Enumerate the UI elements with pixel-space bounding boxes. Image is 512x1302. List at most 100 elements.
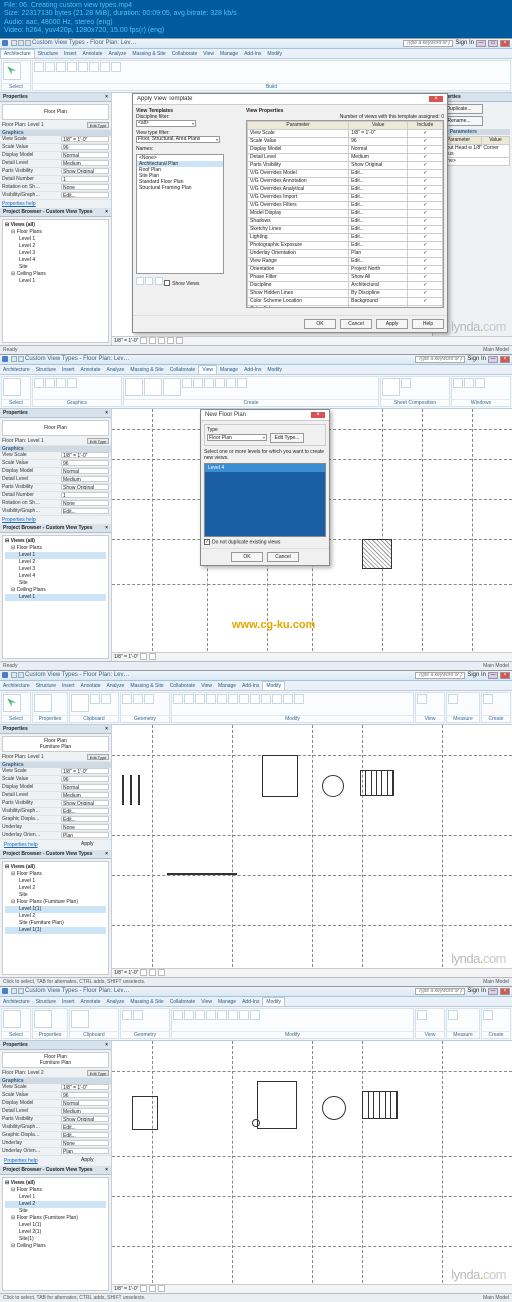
tab-addins[interactable]: Add-Ins — [241, 50, 264, 58]
prop-value[interactable]: 1/8" = 1'-0" — [61, 136, 109, 142]
prop-value[interactable]: Edit... — [61, 1132, 109, 1138]
properties-help-link[interactable]: Properties help — [2, 841, 81, 849]
elevation-icon[interactable] — [193, 378, 203, 388]
tree-node[interactable]: ⊟ Floor Plans (Furniture Plan) — [5, 899, 106, 906]
tree-node[interactable]: ⊟ Views (all) — [5, 1180, 106, 1187]
prop-value[interactable]: Normal — [61, 784, 109, 790]
project-browser-tree[interactable]: ⊟ Views (all)⊟ Floor PlansLevel 1Level 2… — [3, 1178, 108, 1252]
tree-node[interactable]: Site — [5, 580, 106, 587]
dialog-close-button[interactable]: × — [311, 412, 325, 418]
table-row[interactable]: Color Scheme✓ — [248, 305, 443, 308]
hide-icon[interactable] — [417, 694, 427, 704]
tab-analyze[interactable]: Analyze — [104, 366, 128, 374]
table-row[interactable]: V/G Overrides AnnotationEdit...✓ — [248, 177, 443, 185]
tree-node[interactable]: ⊟ Floor Plans — [5, 871, 106, 878]
join-icon[interactable] — [144, 694, 154, 704]
prop-value[interactable]: 1/8" = 1'-0" — [61, 452, 109, 458]
close-icon[interactable]: × — [105, 94, 108, 100]
sheet-icon[interactable] — [382, 378, 400, 396]
detail-icon[interactable] — [140, 969, 147, 976]
switch-win-icon[interactable] — [453, 378, 463, 388]
show-views-checkbox[interactable] — [164, 280, 170, 286]
close-button[interactable]: × — [500, 988, 510, 995]
tree-node[interactable]: ⊟ Floor Plans (Furniture Plan) — [5, 1215, 106, 1222]
detail-icon[interactable] — [140, 653, 147, 660]
offset-icon[interactable] — [261, 694, 271, 704]
tab-collaborate[interactable]: Collaborate — [169, 50, 201, 58]
tree-node[interactable]: Level 2 — [5, 913, 106, 920]
section-icon[interactable] — [144, 378, 162, 396]
edit-type-button[interactable]: Edit Type — [87, 438, 109, 444]
family-type[interactable]: Floor Plan: Level 1 — [2, 122, 87, 128]
min-button[interactable]: — — [488, 672, 498, 679]
table-row[interactable]: Parts VisibilityShow Original✓ — [248, 161, 443, 169]
prop-value[interactable]: Edit... — [61, 192, 109, 198]
trim-icon[interactable] — [228, 1010, 238, 1020]
prop-value[interactable]: Edit... — [61, 808, 109, 814]
duplicate-icon[interactable] — [215, 378, 225, 388]
floor-icon[interactable] — [111, 62, 121, 72]
template-names-list[interactable]: <None>Architectural PlanRoof PlanSite Pl… — [136, 154, 224, 274]
tab-massing[interactable]: Massing & Site — [129, 50, 168, 58]
pin-icon[interactable] — [250, 1010, 260, 1020]
scale-icon[interactable] — [217, 1010, 227, 1020]
tree-node[interactable]: ⊟ Views (all) — [5, 538, 106, 545]
project-browser-tree[interactable]: ⊟ Views (all)⊟ Floor PlansLevel 1Level 2… — [3, 220, 108, 287]
tab-manage[interactable]: Manage — [217, 366, 241, 374]
properties-icon[interactable] — [34, 694, 52, 712]
max-button[interactable]: ▭ — [488, 40, 498, 47]
table-row[interactable]: V/G Overrides AnalyticalEdit...✓ — [248, 185, 443, 193]
table-row[interactable]: V/G Overrides FiltersEdit...✓ — [248, 201, 443, 209]
tree-node[interactable]: Level 2(1) — [5, 1229, 106, 1236]
apply-button[interactable]: Apply — [376, 319, 408, 329]
table-row[interactable]: OrientationProject North✓ — [248, 265, 443, 273]
signin-link[interactable]: Sign In — [467, 988, 486, 994]
mirror-icon[interactable] — [206, 694, 216, 704]
tab-analyze[interactable]: Analyze — [104, 998, 128, 1006]
tree-node[interactable]: ⊟ Floor Plans — [5, 1187, 106, 1194]
prop-value[interactable]: Show Original — [61, 1116, 109, 1122]
tree-node[interactable]: Site — [5, 264, 106, 271]
signin-link[interactable]: Sign In — [467, 672, 486, 678]
tree-node[interactable]: Level 1 — [5, 594, 106, 601]
tab-structure[interactable]: Structure — [33, 998, 59, 1006]
tab-architecture[interactable]: Architecture — [0, 998, 33, 1006]
tree-node[interactable]: Level 1 — [5, 878, 106, 885]
copy-icon[interactable] — [101, 694, 111, 704]
tree-node[interactable]: Level 4 — [5, 257, 106, 264]
sun-icon[interactable] — [149, 1285, 156, 1292]
tree-node[interactable]: Level 1(1) — [5, 927, 106, 934]
tree-node[interactable]: ⊟ Floor Plans — [5, 545, 106, 552]
mirror-icon[interactable] — [195, 1010, 205, 1020]
prop-value[interactable]: 1/8" = 1'-0" — [61, 768, 109, 774]
prop-value[interactable]: None — [61, 1140, 109, 1146]
tab-structure[interactable]: Structure — [33, 366, 59, 374]
viewtype-filter-select[interactable]: Floor, Structural, Area Plans — [136, 136, 220, 143]
qa-save-icon[interactable] — [11, 988, 17, 994]
legend-icon[interactable] — [226, 378, 236, 388]
vg-icon[interactable] — [34, 378, 44, 388]
type-selector[interactable]: Floor Plan — [2, 420, 109, 436]
tree-node[interactable]: Level 4 — [5, 573, 106, 580]
array-icon[interactable] — [217, 694, 227, 704]
view-properties-table[interactable]: ParameterValueIncludeView Scale1/8" = 1'… — [247, 121, 443, 308]
tree-node[interactable]: ⊟ Floor Plans — [5, 229, 106, 236]
no-duplicate-checkbox[interactable]: ✓ — [204, 539, 210, 545]
modify-icon[interactable] — [3, 62, 21, 80]
workset-label[interactable]: Main Model — [483, 347, 509, 353]
roof-icon[interactable] — [89, 62, 99, 72]
tab-collaborate[interactable]: Collaborate — [167, 682, 199, 690]
tab-modify[interactable]: Modify — [262, 681, 285, 690]
close-icon[interactable]: × — [105, 726, 108, 732]
tab-insert[interactable]: Insert — [59, 366, 78, 374]
tree-node[interactable]: Site (Furniture Plan) — [5, 920, 106, 927]
type-selector[interactable]: Floor Plan Furniture Plan — [2, 736, 109, 752]
table-row[interactable]: Phase FilterShow All✓ — [248, 273, 443, 281]
qa-undo-icon[interactable] — [18, 356, 24, 362]
prop-value[interactable]: Edit... — [61, 1124, 109, 1130]
qa-redo-icon[interactable] — [25, 40, 31, 46]
table-row[interactable]: Scale Value96✓ — [248, 137, 443, 145]
tab-architecture[interactable]: Architecture — [0, 366, 33, 374]
tab-view[interactable]: View — [198, 682, 215, 690]
qa-save-icon[interactable] — [11, 356, 17, 362]
